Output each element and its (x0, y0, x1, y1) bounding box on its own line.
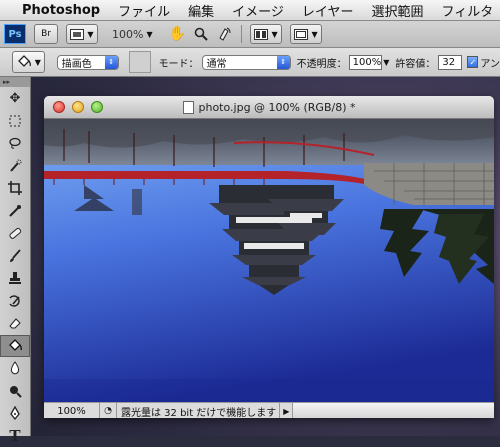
eyedropper-icon (8, 204, 22, 218)
move-icon: ✥ (10, 91, 21, 106)
brush-tool[interactable] (0, 245, 30, 268)
rotate-view-icon[interactable] (217, 27, 231, 41)
document-titlebar[interactable]: photo.jpg @ 100% (RGB/8) * (44, 96, 494, 119)
blur-tool[interactable] (0, 357, 30, 380)
menu-layer[interactable]: レイヤー (302, 1, 354, 20)
application-bar: Ps Br ▼ 100%▼ ✋ ▼ ▼ (0, 21, 500, 48)
crop-tool[interactable] (0, 177, 30, 200)
document-title: photo.jpg @ 100% (RGB/8) * (199, 101, 356, 114)
quick-select-icon (8, 159, 22, 173)
pattern-picker[interactable] (129, 51, 151, 73)
tool-preset-picker[interactable]: ▼ (12, 51, 45, 73)
lasso-tool[interactable] (0, 132, 30, 155)
antialias-label: アン (480, 55, 500, 70)
status-zoom-field[interactable]: 100% (44, 403, 100, 418)
menu-select[interactable]: 選択範囲 (372, 1, 424, 20)
menu-bar: Photoshop ファイル 編集 イメージ レイヤー 選択範囲 フィルタ (0, 0, 500, 21)
history-brush-tool[interactable] (0, 290, 30, 313)
opacity-label: 不透明度： (297, 55, 347, 70)
bridge-button[interactable]: Br (34, 24, 58, 44)
tolerance-label: 許容値： (395, 55, 435, 70)
opacity-dropdown-icon[interactable]: ▼ (383, 58, 389, 67)
select-arrows-icon: ⇕ (105, 56, 118, 69)
document-status-bar: 100% ◔ 露光量は 32 bit だけで機能します ▶ (44, 402, 494, 418)
menu-filter[interactable]: フィルタ (442, 1, 494, 20)
arrange-documents-button[interactable]: ▼ (250, 24, 282, 44)
blend-mode-select[interactable]: 通常 ⇕ (202, 55, 291, 70)
tolerance-field[interactable]: 32 (438, 55, 462, 70)
document-window: photo.jpg @ 100% (RGB/8) * (44, 96, 494, 418)
opacity-field[interactable]: 100% (349, 55, 383, 70)
quick-select-tool[interactable] (0, 155, 30, 178)
document-title-area: photo.jpg @ 100% (RGB/8) * (44, 96, 494, 118)
photoshop-logo-icon: Ps (4, 24, 26, 44)
lasso-icon (8, 136, 22, 150)
marquee-icon (8, 114, 22, 128)
fill-source-select[interactable]: 描画色 ⇕ (57, 55, 119, 70)
document-icon (183, 101, 194, 114)
flipped-castle-photo (44, 119, 494, 402)
paint-bucket-icon (16, 55, 32, 69)
zoom-level[interactable]: 100% (112, 28, 143, 41)
clone-stamp-tool[interactable] (0, 267, 30, 290)
screen-mode-icon (294, 29, 308, 40)
healing-brush-icon (8, 226, 22, 240)
move-tool[interactable]: ✥ (0, 87, 30, 110)
zoom-tool-icon[interactable] (194, 27, 208, 41)
status-info-icon[interactable]: ◔ (100, 403, 117, 418)
toolbox: ▸▸ ✥ T (0, 77, 31, 436)
eraser-icon (8, 316, 22, 330)
eyedropper-tool[interactable] (0, 200, 30, 223)
healing-brush-tool[interactable] (0, 222, 30, 245)
tool-preset-dropdown-icon: ▼ (35, 58, 41, 67)
dodge-tool[interactable] (0, 380, 30, 403)
blend-mode-value: 通常 (207, 55, 227, 70)
paint-bucket-icon (8, 339, 22, 353)
image-canvas[interactable] (44, 119, 494, 402)
clone-stamp-icon (8, 271, 22, 285)
eraser-tool[interactable] (0, 312, 30, 335)
options-bar: ▼ 描画色 ⇕ モード： 通常 ⇕ 不透明度： 100% ▼ 許容値： 32 ✓… (0, 48, 500, 77)
history-brush-icon (8, 294, 22, 308)
dodge-icon (8, 384, 22, 398)
hand-tool-icon[interactable]: ✋ (169, 26, 186, 42)
pen-tool[interactable] (0, 402, 30, 425)
menu-edit[interactable]: 編集 (188, 1, 214, 20)
appbar-separator (241, 25, 242, 43)
blur-icon (8, 361, 22, 375)
arrange-icon (254, 29, 268, 40)
crop-icon (8, 181, 22, 195)
menu-app-name[interactable]: Photoshop (22, 3, 100, 18)
view-extras-button[interactable]: ▼ (66, 24, 98, 44)
screen-mode-button[interactable]: ▼ (290, 24, 322, 44)
status-menu-arrow-icon[interactable]: ▶ (279, 403, 293, 418)
fill-source-value: 描画色 (62, 55, 92, 70)
brush-icon (8, 249, 22, 263)
horizontal-scrollbar[interactable] (293, 403, 494, 418)
select-arrows-icon: ⇕ (277, 56, 290, 69)
menu-image[interactable]: イメージ (232, 1, 284, 20)
status-info-text: 露光量は 32 bit だけで機能します (117, 404, 276, 419)
menu-file[interactable]: ファイル (118, 1, 170, 20)
mode-label: モード： (159, 55, 199, 70)
paint-bucket-tool[interactable] (0, 335, 30, 358)
zoom-dropdown-icon[interactable]: ▼ (146, 30, 152, 39)
pen-icon (8, 406, 22, 420)
marquee-tool[interactable] (0, 110, 30, 133)
filmstrip-icon (70, 29, 84, 40)
antialias-checkbox[interactable]: ✓ (467, 56, 478, 68)
toolbox-header[interactable]: ▸▸ (0, 77, 30, 87)
